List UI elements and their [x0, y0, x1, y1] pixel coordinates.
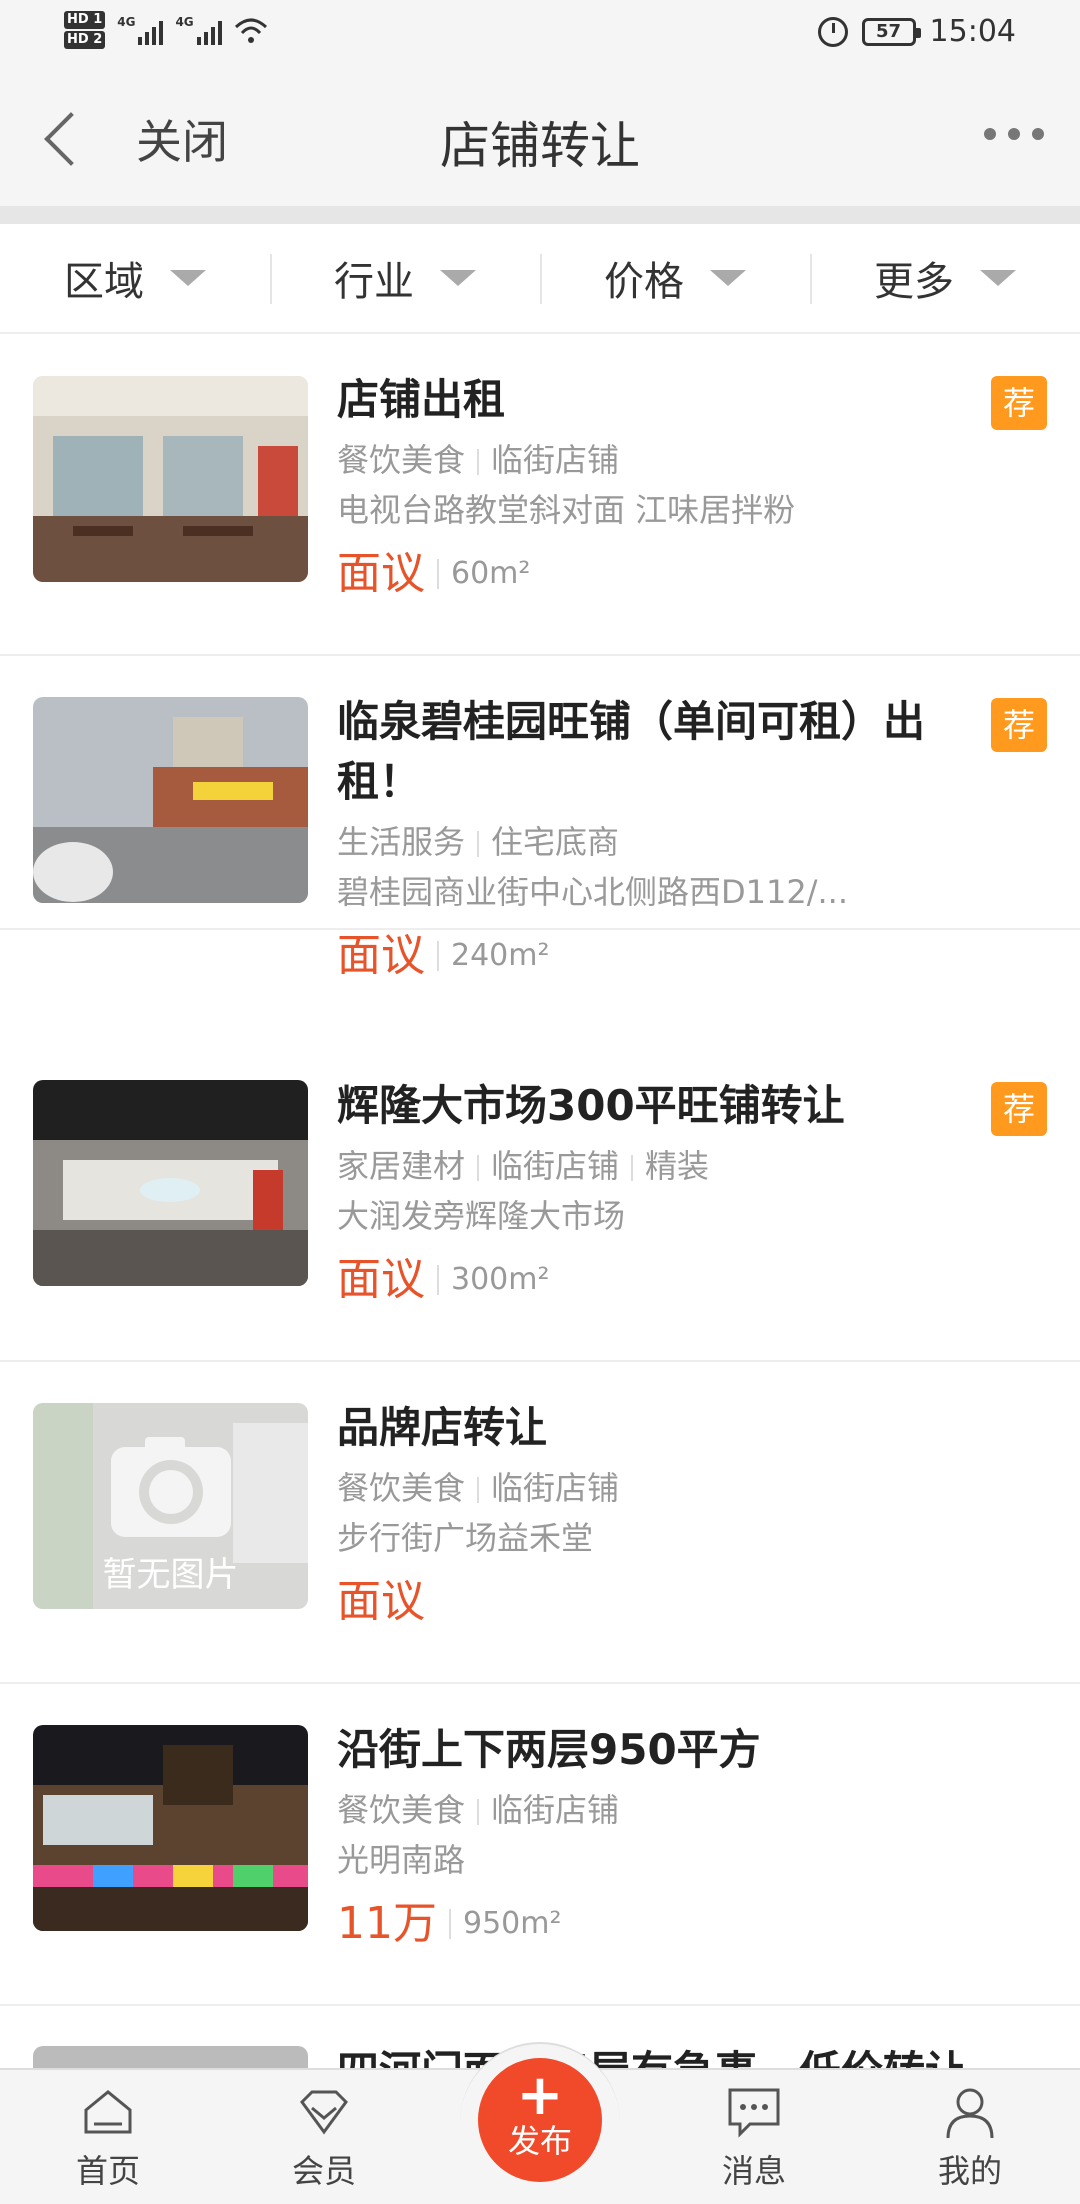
caret-down-icon [710, 270, 746, 286]
clock: 15:04 [929, 14, 1016, 49]
listing-price: 面议 [337, 930, 425, 981]
listing-address: 大润发旁辉隆大市场 [337, 1197, 626, 1235]
listing-info: 沿街上下两层950平方 餐饮美食 临街店铺 光明南路 11万 950m² [337, 1720, 977, 1952]
recommended-badge: 荐 [991, 376, 1047, 430]
listing-photo [33, 1725, 308, 1931]
listing-photo-placeholder: 暂无图片 [33, 1403, 308, 1609]
filter-more[interactable]: 更多 [810, 224, 1080, 332]
listing-title: 店铺出租 [337, 375, 506, 424]
listing-title: 临泉碧桂园旺铺（单间可租）出租！ [337, 697, 926, 806]
listing-price: 面议 [337, 1576, 425, 1627]
filter-industry[interactable]: 行业 [270, 224, 540, 332]
listing-address: 光明南路 [337, 1841, 466, 1879]
recommended-badge: 荐 [991, 698, 1047, 752]
listing-item[interactable]: 沿街上下两层950平方 餐饮美食 临街店铺 光明南路 11万 950m² [0, 1684, 1080, 2006]
nav-bar: 关闭 店铺转让 [0, 70, 1080, 206]
caret-down-icon [440, 270, 476, 286]
listing-tags: 餐饮美食 临街店铺 [337, 1469, 620, 1507]
listing-item[interactable]: 店铺出租 餐饮美食 临街店铺 电视台路教堂斜对面 江味居拌粉 面议 60m² 荐 [0, 334, 1080, 656]
tab-home[interactable]: 首页 [28, 2084, 188, 2192]
filter-price[interactable]: 价格 [540, 224, 810, 332]
listing-tags: 餐饮美食 临街店铺 [337, 441, 620, 479]
listing-photo [33, 1080, 308, 1286]
user-icon [946, 2088, 994, 2139]
alarm-icon [817, 16, 848, 47]
filter-bar: 区域 行业 价格 更多 [0, 224, 1080, 334]
listing-info: 品牌店转让 餐饮美食 临街店铺 步行街广场益禾堂 面议 [337, 1398, 977, 1630]
listing-item[interactable]: 暂无图片 品牌店转让 餐饮美食 临街店铺 步行街广场益禾堂 面议 [0, 1362, 1080, 1684]
listing-title: 品牌店转让 [337, 1403, 548, 1452]
publish-button[interactable]: + 发布 [478, 2058, 602, 2182]
listing-price: 面议 [337, 1254, 425, 1305]
status-right: 57 15:04 [817, 14, 1016, 49]
listing-address: 碧桂园商业街中心北侧路西D112/... [337, 873, 849, 911]
listing-item[interactable]: 辉隆大市场300平旺铺转让 家居建材 临街店铺 精装 大润发旁辉隆大市场 面议 300… [0, 1040, 1080, 1362]
listing-photo [33, 697, 308, 903]
listing-title: 辉隆大市场300平旺铺转让 [337, 1081, 845, 1130]
network-indicators: HD 1 HD 2 4G 4G [64, 10, 268, 50]
filter-region[interactable]: 区域 [0, 224, 270, 332]
hd-indicator: HD 1 HD 2 [64, 10, 106, 50]
more-options-icon[interactable] [984, 128, 1044, 140]
listing-title: 沿街上下两层950平方 [337, 1725, 761, 1774]
divider [0, 206, 1080, 224]
no-image-text: 暂无图片 [102, 1555, 239, 1595]
diamond-icon [300, 2090, 348, 2135]
plus-icon: + [516, 2063, 564, 2128]
tab-member[interactable]: 会员 [244, 2084, 404, 2192]
tab-messages[interactable]: 消息 [674, 2084, 834, 2192]
wifi-icon [234, 18, 267, 43]
listing-area: 300m² [437, 1265, 550, 1295]
battery-icon: 57 [861, 17, 921, 46]
listing-item[interactable]: 临泉碧桂园旺铺（单间可租）出租！ 生活服务 住宅底商 碧桂园商业街中心北侧路西D1… [0, 656, 1080, 981]
message-icon [728, 2088, 780, 2138]
tab-mine[interactable]: 我的 [890, 2084, 1050, 2192]
listing-price: 11万 [337, 1898, 437, 1949]
listing-photo [33, 376, 308, 582]
listing-info: 辉隆大市场300平旺铺转让 家居建材 临街店铺 精装 大润发旁辉隆大市场 面议 300… [337, 1076, 977, 1308]
listing-tags: 家居建材 临街店铺 精装 [337, 1147, 710, 1185]
listing-tags: 餐饮美食 临街店铺 [337, 1791, 620, 1829]
listing-price: 面议 [337, 548, 425, 599]
home-icon [84, 2090, 132, 2134]
bottom-tab-bar: 首页 会员 + 发布 消息 我的 [0, 2042, 1080, 2204]
listing-area: 950m² [449, 1909, 562, 1939]
listing-info: 店铺出租 餐饮美食 临街店铺 电视台路教堂斜对面 江味居拌粉 面议 60m² [337, 370, 977, 602]
listing-info: 临泉碧桂园旺铺（单间可租）出租！ 生活服务 住宅底商 碧桂园商业街中心北侧路西D1… [337, 692, 977, 984]
caret-down-icon [980, 270, 1016, 286]
signal-icon: 4G [175, 15, 222, 45]
status-bar: HD 1 HD 2 4G 4G 57 15:04 [0, 0, 1080, 70]
listing-address: 电视台路教堂斜对面 江味居拌粉 [337, 491, 796, 529]
page-title: 店铺转让 [440, 117, 640, 175]
listing-address: 步行街广场益禾堂 [337, 1519, 594, 1557]
listing-area: 60m² [437, 559, 530, 589]
signal-icon: 4G [117, 15, 164, 45]
caret-down-icon [170, 270, 206, 286]
recommended-badge: 荐 [991, 1082, 1047, 1136]
listing-area: 240m² [437, 941, 550, 971]
listing-list: 店铺出租 餐饮美食 临街店铺 电视台路教堂斜对面 江味居拌粉 面议 60m² 荐 临… [0, 334, 1080, 2126]
listing-tags: 生活服务 住宅底商 [337, 823, 620, 861]
